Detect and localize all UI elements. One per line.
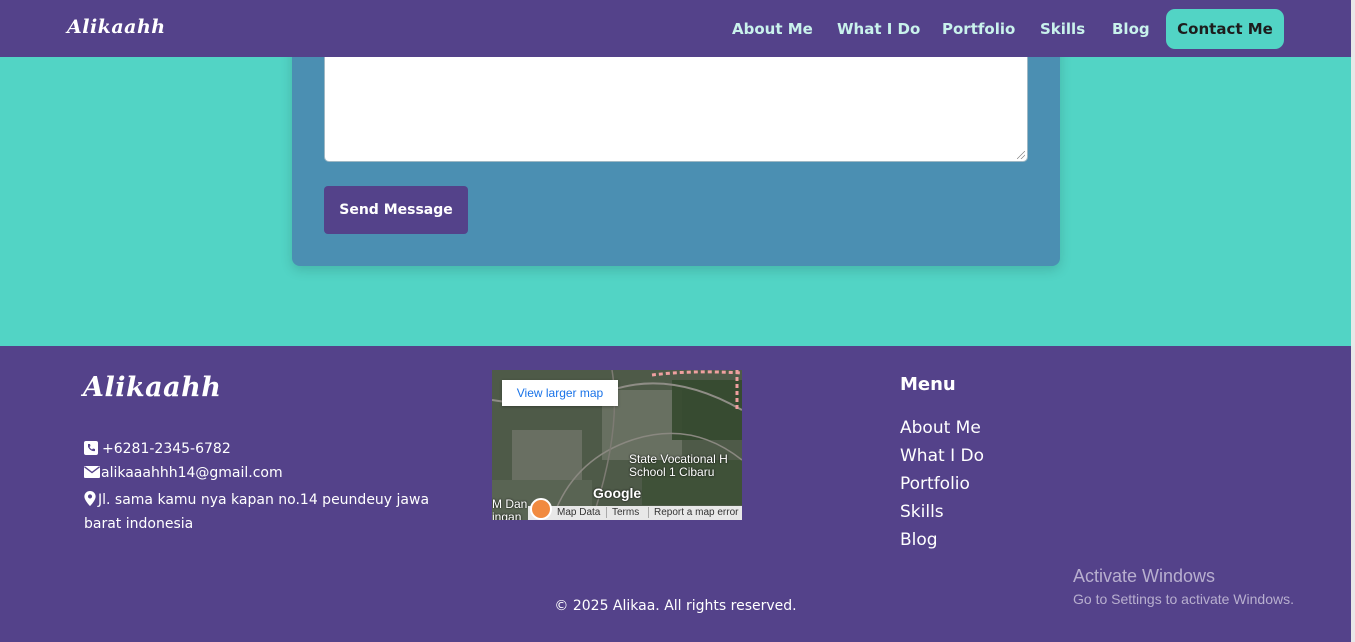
map-report-error-link[interactable]: Report a map error (648, 507, 738, 518)
navbar: Alikaahh About Me What I Do Portfolio Sk… (0, 0, 1351, 57)
message-textarea[interactable] (324, 50, 1028, 162)
map-attribution-bar: Map Data Terms Report a map error (528, 506, 742, 520)
contact-me-button[interactable]: Contact Me (1166, 9, 1284, 49)
footer-menu-title: Menu (900, 374, 956, 395)
nav-link-skills[interactable]: Skills (1040, 20, 1085, 38)
footer-email-text: alikaaahhh14@gmail.com (101, 465, 283, 481)
map-data-link[interactable]: Map Data (552, 507, 600, 518)
footer-menu-about-me[interactable]: About Me (900, 418, 981, 438)
map-terms-link[interactable]: Terms (606, 507, 639, 518)
view-larger-map-link[interactable]: View larger map (502, 380, 618, 406)
footer-brand-logo: Alikaahh (83, 372, 222, 403)
footer-menu-portfolio[interactable]: Portfolio (900, 474, 970, 494)
footer-menu-blog[interactable]: Blog (900, 530, 938, 550)
footer-phone: +6281-2345-6782 (84, 441, 231, 457)
embedded-map[interactable]: View larger map State Vocational H Schoo… (492, 370, 742, 520)
google-logo: Google (593, 485, 642, 501)
envelope-icon (84, 466, 100, 478)
footer-address-text: Jl. sama kamu nya kapan no.14 peundeuy j… (84, 492, 430, 532)
nav-link-about-me[interactable]: About Me (732, 20, 813, 38)
footer: Alikaahh +6281-2345-6782 alikaaahhh14@gm… (0, 346, 1351, 642)
map-place-label: State Vocational H School 1 Cibaru (629, 452, 728, 479)
nav-link-portfolio[interactable]: Portfolio (942, 20, 1015, 38)
footer-address: Jl. sama kamu nya kapan no.14 peundeuy j… (84, 488, 454, 536)
activate-windows-title: Activate Windows (1073, 566, 1216, 586)
activate-windows-subtitle: Go to Settings to activate Windows. (1073, 591, 1294, 607)
phone-icon (84, 441, 98, 455)
location-pin-icon (84, 491, 96, 506)
page-scrollbar[interactable] (1351, 0, 1355, 642)
map-pegman-icon[interactable] (530, 498, 552, 520)
footer-menu-skills[interactable]: Skills (900, 502, 944, 522)
resize-grip-icon[interactable] (1017, 151, 1025, 159)
nav-link-what-i-do[interactable]: What I Do (837, 20, 920, 38)
send-message-button[interactable]: Send Message (324, 186, 468, 234)
map-edge-label-2: ingan (492, 510, 522, 521)
footer-menu-what-i-do[interactable]: What I Do (900, 446, 984, 466)
footer-email: alikaaahhh14@gmail.com (84, 465, 283, 481)
nav-link-blog[interactable]: Blog (1112, 20, 1150, 38)
activate-windows-watermark: Activate Windows Go to Settings to activ… (1073, 566, 1294, 607)
footer-phone-text: +6281-2345-6782 (102, 441, 231, 457)
nav-brand-logo[interactable]: Alikaahh (67, 16, 166, 38)
